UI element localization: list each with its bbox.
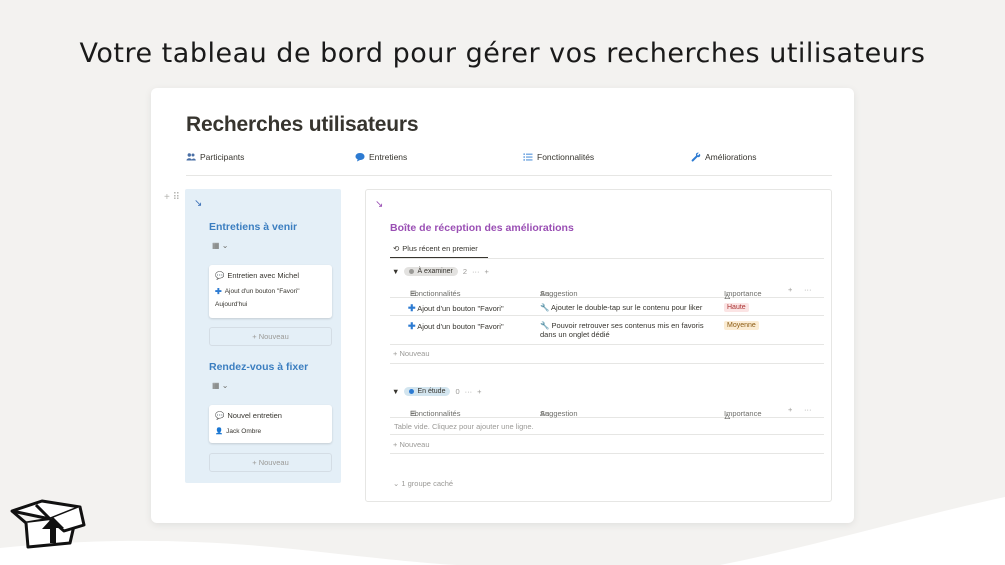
chat-bubble-icon: 💬: [215, 271, 225, 280]
empty-table-row[interactable]: Table vide. Cliquez pour ajouter une lig…: [390, 418, 824, 435]
nav-label: Participants: [200, 152, 245, 162]
status-label: À examiner: [417, 268, 453, 275]
add-column-icon[interactable]: +: [788, 285, 792, 294]
new-card-button[interactable]: + Nouveau: [209, 453, 332, 472]
more-icon[interactable]: ···: [472, 267, 480, 276]
group-header-a-examiner[interactable]: ▼ À examiner 2 ··· +: [392, 267, 489, 276]
nav-label: Améliorations: [705, 152, 757, 162]
gallery-view-icon[interactable]: ▦ ⌄: [212, 241, 228, 250]
more-icon[interactable]: ···: [465, 387, 473, 396]
nav-entretiens[interactable]: Entretiens: [355, 152, 407, 162]
nav-label: Fonctionnalités: [537, 152, 595, 162]
importance-tag: Haute: [724, 303, 749, 312]
group-header-en-etude[interactable]: ▼ En étude 0 ··· +: [392, 387, 482, 396]
plus-cross-icon: ✚: [408, 321, 416, 331]
headline: Votre tableau de bord pour gérer vos rec…: [79, 38, 926, 69]
plus-cross-icon: ✚: [408, 303, 416, 313]
status-pill: En étude: [404, 387, 451, 396]
card-date: Aujourd'hui: [215, 301, 248, 308]
triangle-down-icon: ▼: [392, 267, 400, 276]
arrow-down-right-icon: ↘: [375, 199, 384, 210]
page-title: Recherches utilisateurs: [186, 113, 419, 136]
view-tab-recent[interactable]: ⟲ Plus récent en premier: [390, 240, 488, 258]
new-card-button[interactable]: + Nouveau: [209, 327, 332, 346]
interviews-board: ↘ Entretiens à venir ▦ ⌄ 💬 Entretien avec…: [185, 189, 341, 483]
section-title-upcoming[interactable]: Entretiens à venir: [209, 221, 297, 233]
people-icon: [186, 153, 196, 161]
add-icon[interactable]: +: [477, 387, 481, 396]
inbox-title[interactable]: Boîte de réception des améliorations: [390, 222, 574, 234]
group-count: 2: [462, 267, 468, 276]
notion-page-card: Recherches utilisateurs Participants Ent…: [151, 88, 854, 523]
card-relation: Ajout d'un bouton "Favori": [224, 288, 300, 295]
triangle-down-icon: ▼: [392, 387, 400, 396]
chat-bubble-icon: [355, 153, 365, 162]
arrow-down-right-icon: ↘: [194, 198, 203, 209]
section-title-to-schedule[interactable]: Rendez-vous à fixer: [209, 361, 308, 373]
chat-bubble-icon: 💬: [215, 411, 225, 420]
nav-participants[interactable]: Participants: [186, 152, 244, 162]
table-row[interactable]: ✚ Ajout d'un bouton "Favori" 🔧 Pouvoir r…: [390, 316, 824, 345]
divider: [390, 258, 824, 259]
table-header: ☰ Fonctionnalités Aa Suggestion 🜂 Import…: [390, 281, 824, 301]
card-person: Jack Ombre: [226, 427, 262, 435]
interview-card[interactable]: 💬 Nouvel entretien 👤 Jack Ombre: [209, 405, 332, 443]
status-pill: À examiner: [404, 267, 458, 276]
wrench-icon: 🔧: [540, 321, 550, 330]
interview-card[interactable]: 💬 Entretien avec Michel ✚ Ajout d'un bouto…: [209, 265, 332, 318]
list-icon: [523, 153, 533, 161]
table-header: ☰ Fonctionnalités Aa Suggestion 🜂 Import…: [390, 401, 824, 421]
add-column-icon[interactable]: +: [788, 405, 792, 414]
view-tab-label: Plus récent en premier: [402, 244, 478, 253]
clock-history-icon: ⟲: [393, 244, 400, 253]
new-row-button[interactable]: + Nouveau: [393, 440, 430, 449]
more-icon[interactable]: ···: [804, 285, 812, 294]
group-count: 0: [455, 387, 460, 396]
divider: [390, 453, 824, 454]
add-icon[interactable]: +: [485, 267, 489, 276]
card-title: Entretien avec Michel: [227, 271, 300, 280]
new-row-button[interactable]: + Nouveau: [393, 349, 430, 358]
wrench-icon: [691, 152, 701, 162]
nav-ameliorations[interactable]: Améliorations: [691, 152, 757, 162]
plus-cross-icon: ✚: [215, 287, 222, 296]
box-upload-logo-icon: [10, 499, 86, 549]
importance-tag: Moyenne: [724, 321, 759, 330]
card-title: Nouvel entretien: [227, 411, 282, 420]
page-nav: Participants Entretiens Fonctionnalités …: [186, 152, 832, 176]
wrench-icon: 🔧: [540, 303, 550, 312]
nav-label: Entretiens: [369, 152, 408, 162]
person-icon: 👤: [215, 428, 224, 435]
gallery-view-icon[interactable]: ▦ ⌄: [212, 381, 228, 390]
status-label: En étude: [417, 388, 446, 395]
nav-fonctionnalites[interactable]: Fonctionnalités: [523, 152, 594, 162]
divider: [390, 363, 824, 364]
hidden-groups-toggle[interactable]: ⌄ 1 groupe caché: [393, 479, 453, 488]
block-drag-handle[interactable]: + ⠿: [164, 192, 180, 203]
improvements-inbox: ↘ Boîte de réception des améliorations ⟲…: [365, 189, 832, 502]
more-icon[interactable]: ···: [804, 405, 812, 414]
table-row[interactable]: ✚ Ajout d'un bouton "Favori" 🔧 Ajouter l…: [390, 298, 824, 316]
